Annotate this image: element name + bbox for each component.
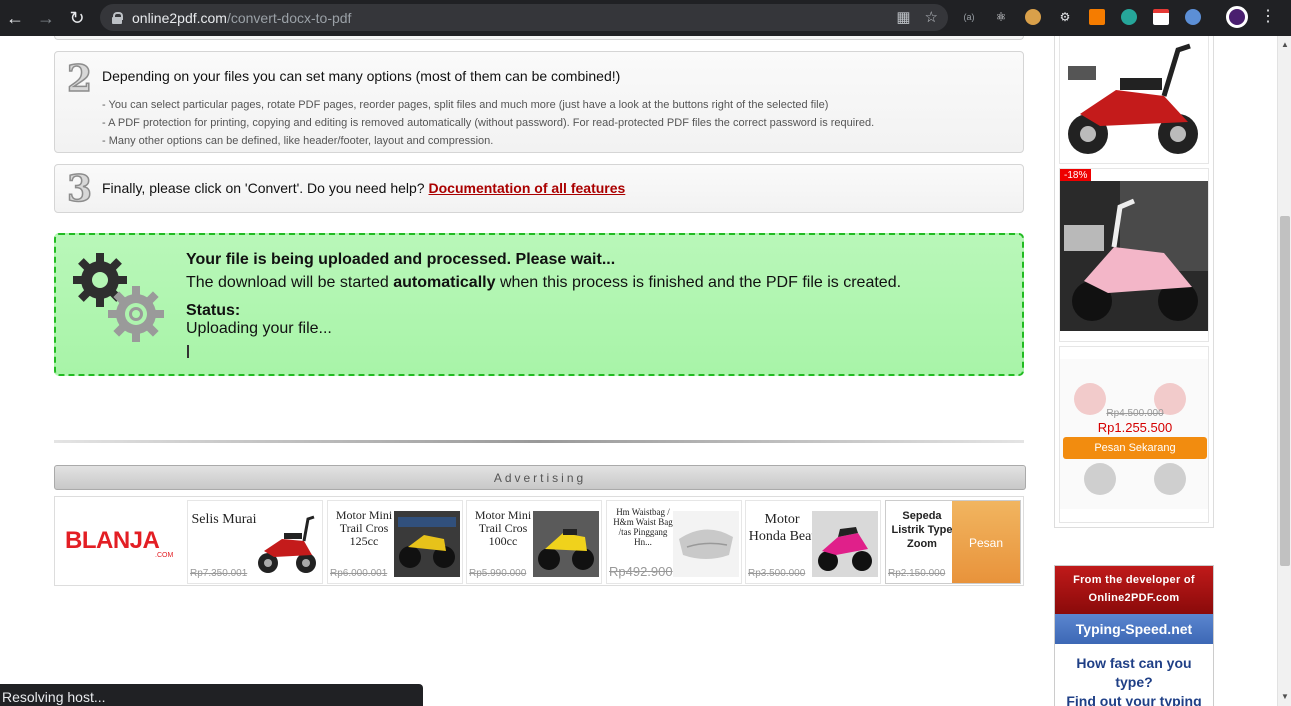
m-extension-icon[interactable] <box>1118 6 1140 28</box>
ad-card-title: Motor Honda Beat <box>748 512 816 544</box>
cookie-icon[interactable] <box>1022 6 1044 28</box>
progress-cursor <box>187 345 189 358</box>
sale-price: Rp1.255.500 <box>1097 420 1173 435</box>
calendar-extension-icon[interactable] <box>1150 6 1172 28</box>
developer-promo[interactable]: From the developer of Online2PDF.com Typ… <box>1054 565 1214 706</box>
ad-card-price: Rp492.900 <box>609 564 673 579</box>
sidebar-ad-item[interactable]: -18% <box>1059 168 1209 342</box>
ad-card-selis-murai[interactable]: Selis Murai Rp7.350.001 <box>187 500 323 584</box>
ad-card-trail-125[interactable]: Motor Mini Trail Cros 125cc Rp6.000.001 <box>327 500 463 584</box>
blanja-logo-suffix: .COM <box>155 552 174 559</box>
step2-number: 2 <box>66 57 93 101</box>
processing-title: Your file is being uploaded and processe… <box>186 251 616 268</box>
scooter-image <box>258 515 316 573</box>
promo-header: From the developer of Online2PDF.com <box>1055 566 1213 614</box>
ad-card-price: Rp5.990.000 <box>469 568 527 579</box>
promo-question-line: Find out your typing <box>1066 693 1202 706</box>
extensions-bar: (a) ⚛ ⚙ <box>958 6 1204 28</box>
processing-desc-bold: automatically <box>393 274 496 291</box>
scroll-down-arrow-icon[interactable]: ▼ <box>1278 690 1291 704</box>
pink-scooter-image <box>1060 181 1208 331</box>
page-scrollbar[interactable]: ▲ ▼ <box>1277 36 1291 706</box>
forward-arrow-icon[interactable]: → <box>31 3 61 33</box>
blanja-logo[interactable]: BLANJA <box>65 527 160 555</box>
globe-extension-icon[interactable] <box>1182 6 1204 28</box>
step2-title: Depending on your files you can set many… <box>102 68 621 84</box>
url-host: online2pdf.com <box>132 9 227 26</box>
lock-icon[interactable] <box>112 11 123 24</box>
waistbag-image <box>673 511 739 577</box>
processing-description: The download will be started automatical… <box>186 274 901 292</box>
step1-box-edge <box>54 36 1024 40</box>
minibike-image <box>533 511 599 577</box>
processing-desc-text: when this process is finished and the PD… <box>495 274 902 291</box>
promo-header-line: From the developer of <box>1073 574 1195 586</box>
ad-card-title: Hm Waistbag / H&m Waist Bag /tas Pinggan… <box>613 507 673 547</box>
ad-card-sepeda-listrik[interactable]: Sepeda Listrik Type Zoom Rp2.150.000 Pes… <box>885 500 1021 584</box>
promo-header-line: Online2PDF.com <box>1088 592 1180 604</box>
processing-status-box: Your file is being uploaded and processe… <box>54 233 1024 376</box>
motorcycle-image <box>812 511 878 577</box>
page-viewport: 2 Depending on your files you can set ma… <box>0 36 1277 706</box>
bookmark-star-icon[interactable]: ☆ <box>925 8 938 26</box>
promo-site-link[interactable]: Typing-Speed.net <box>1055 614 1213 644</box>
gears-icon <box>73 253 164 342</box>
extension-a-icon[interactable]: (a) <box>958 6 980 28</box>
ad-card-title: Motor Mini Trail Cros 125cc <box>335 508 393 548</box>
translate-icon[interactable]: ▦ <box>896 8 910 26</box>
reload-icon[interactable]: ↻ <box>62 3 92 33</box>
ad-strip[interactable]: BLANJA .COM ▷ Selis Murai Rp7.350.001 Mo… <box>54 496 1024 586</box>
ad-card-price: Rp2.150.000 <box>888 568 946 579</box>
address-bar[interactable]: online2pdf.com/convert-docx-to-pdf ▦ ☆ <box>100 4 948 31</box>
list-item: - Many other options can be defined, lik… <box>102 135 494 147</box>
scroll-up-arrow-icon[interactable]: ▲ <box>1278 38 1291 52</box>
step3-number: 3 <box>66 167 93 211</box>
order-overlay-button[interactable]: Pesan <box>952 501 1020 583</box>
list-item: - You can select particular pages, rotat… <box>102 99 829 111</box>
step3-title: Finally, please click on 'Convert'. Do y… <box>102 180 625 196</box>
scroll-thumb[interactable] <box>1280 216 1290 566</box>
ad-card-trail-100[interactable]: Motor Mini Trail Cros 100cc Rp5.990.000 <box>466 500 602 584</box>
ad-card-title: Selis Murai <box>191 512 257 527</box>
ad-card-title: Sepeda Listrik Type Zoom <box>891 510 953 550</box>
step3-box: 3 Finally, please click on 'Convert'. Do… <box>54 164 1024 213</box>
profile-avatar-icon[interactable] <box>1226 6 1248 28</box>
sidebar-ad-item[interactable] <box>1059 36 1209 164</box>
sidebar-ad-item[interactable]: Rp4.500.000 Rp1.255.500 Pesan Sekarang <box>1059 346 1209 523</box>
promo-question: How fast can you type? Find out your typ… <box>1055 644 1213 706</box>
step2-options-list: - You can select particular pages, rotat… <box>102 96 874 150</box>
browser-status-bubble: Resolving host... <box>0 684 423 706</box>
section-divider <box>54 440 1024 443</box>
processing-desc-text: The download will be started <box>186 274 394 291</box>
ad-card-price: Rp7.350.001 <box>190 568 248 579</box>
chart-extension-icon[interactable] <box>1086 6 1108 28</box>
promo-question-line: How fast can you <box>1076 655 1192 671</box>
ad-card-honda-beat[interactable]: Motor Honda Beat Rp3.500.000 <box>745 500 881 584</box>
ad-card-price: Rp6.000.001 <box>330 568 388 579</box>
sidebar-ad[interactable]: -18% Rp4.500.000 Rp1.255.500 Pesan Sekar… <box>1054 36 1214 528</box>
scooter-image <box>1068 43 1198 154</box>
react-icon[interactable]: ⚛ <box>990 6 1012 28</box>
old-price: Rp4.500.000 <box>1106 408 1164 419</box>
order-now-button[interactable]: Pesan Sekarang <box>1063 437 1207 459</box>
ad-card-price: Rp3.500.000 <box>748 568 806 579</box>
ad-card-waistbag[interactable]: Hm Waistbag / H&m Waist Bag /tas Pinggan… <box>606 500 742 584</box>
documentation-link[interactable]: Documentation of all features <box>429 180 626 196</box>
list-item: - A PDF protection for printing, copying… <box>102 117 875 129</box>
status-label: Status: <box>186 302 241 319</box>
ad-card-title: Motor Mini Trail Cros 100cc <box>474 508 532 548</box>
advertising-label: Advertising <box>54 465 1026 490</box>
browser-toolbar: ← → ↻ online2pdf.com/convert-docx-to-pdf… <box>0 0 1291 36</box>
step3-text: Finally, please click on 'Convert'. Do y… <box>102 180 425 196</box>
status-text: Uploading your file... <box>186 320 332 337</box>
gear-extension-icon[interactable]: ⚙ <box>1054 6 1076 28</box>
back-arrow-icon[interactable]: ← <box>0 3 30 33</box>
promo-question-line: type? <box>1115 674 1153 690</box>
minibike-image <box>394 511 460 577</box>
url-path: /convert-docx-to-pdf <box>226 9 352 26</box>
step2-box: 2 Depending on your files you can set ma… <box>54 51 1024 153</box>
browser-menu-icon[interactable]: ⋮ <box>1260 6 1276 28</box>
